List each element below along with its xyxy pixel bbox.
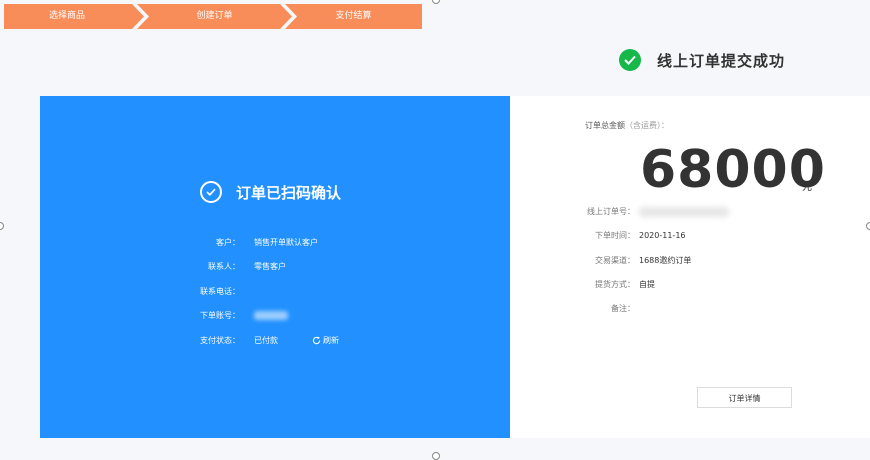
field-value: 1688邀约订单 — [639, 256, 692, 265]
info-label: 联系人： — [208, 262, 240, 271]
field-remark: 备注： — [585, 303, 639, 314]
total-label: 订单总金额（含运费）： — [585, 120, 669, 131]
step-label: 支付结算 — [335, 11, 372, 21]
field-pickup: 提货方式： 自提 — [585, 279, 655, 290]
info-label: 下单账号： — [200, 311, 240, 320]
currency-unit: 元 — [802, 182, 812, 193]
step-create-order: 创建订单 — [137, 4, 292, 29]
payment-status: 已付款 — [254, 335, 278, 345]
confirm-header: 订单已扫码确认 — [200, 181, 341, 203]
customer-info: 客户： 销售开单默认客户 联系人： 零售客户 联系电话： 下单账号： 支付状态：… — [170, 236, 470, 359]
progress-steps: 选择商品 创建订单 支付结算 — [4, 4, 422, 29]
success-header: 线上订单提交成功 — [619, 49, 785, 71]
field-order-number: 线上订单号： — [585, 206, 729, 217]
info-label: 联系电话： — [200, 286, 240, 296]
info-row-payment-status: 支付状态： 已付款 刷新 — [170, 334, 470, 346]
info-row-phone: 联系电话： — [170, 285, 470, 297]
step-label: 选择商品 — [48, 11, 85, 21]
confirm-heading: 订单已扫码确认 — [236, 183, 342, 202]
field-key: 备注： — [611, 304, 635, 313]
refresh-icon — [312, 335, 321, 344]
info-label: 客户： — [216, 237, 240, 247]
info-label: 支付状态： — [200, 335, 240, 345]
resize-handle[interactable] — [866, 222, 870, 230]
resize-handle[interactable] — [432, 0, 440, 4]
total-label-note: （含运费）： — [625, 121, 669, 130]
resize-handle[interactable] — [432, 452, 440, 460]
field-key: 线上订单号： — [587, 207, 635, 216]
resize-handle[interactable] — [0, 222, 4, 230]
info-row-contact: 联系人： 零售客户 — [170, 261, 470, 273]
field-key: 提货方式： — [595, 280, 635, 289]
info-value: 销售开单默认客户 — [254, 237, 318, 247]
field-value: 自提 — [639, 280, 655, 289]
step-payment: 支付结算 — [285, 4, 422, 29]
refresh-button[interactable]: 刷新 — [312, 335, 339, 346]
step-select-goods: 选择商品 — [4, 4, 144, 29]
refresh-label: 刷新 — [323, 335, 339, 345]
field-channel: 交易渠道： 1688邀约订单 — [585, 255, 691, 266]
info-value: 零售客户 — [254, 262, 286, 271]
info-row-account: 下单账号： — [170, 310, 470, 322]
order-detail-button[interactable]: 订单详情 — [697, 387, 792, 408]
info-value: 已付款 刷新 — [254, 335, 339, 346]
success-title: 线上订单提交成功 — [657, 51, 786, 70]
field-value: 2020-11-16 — [639, 231, 686, 240]
scan-confirm-panel: 订单已扫码确认 客户： 销售开单默认客户 联系人： 零售客户 联系电话： 下单账… — [40, 96, 510, 438]
field-key: 交易渠道： — [595, 256, 635, 265]
total-label-text: 订单总金额 — [585, 121, 625, 130]
order-summary-panel: 订单总金额（含运费）： 68000 元 线上订单号： 下单时间： 2020-11… — [510, 96, 870, 438]
info-value-redacted — [254, 311, 288, 320]
total-amount: 68000 — [640, 140, 826, 200]
field-key: 下单时间： — [595, 231, 635, 240]
step-label: 创建订单 — [196, 11, 233, 21]
field-order-time: 下单时间： 2020-11-16 — [585, 230, 686, 241]
redacted-blur — [639, 206, 729, 217]
info-row-customer: 客户： 销售开单默认客户 — [170, 236, 470, 248]
success-check-icon — [619, 49, 641, 71]
check-circle-icon — [200, 181, 222, 203]
redacted-blur — [254, 311, 288, 320]
